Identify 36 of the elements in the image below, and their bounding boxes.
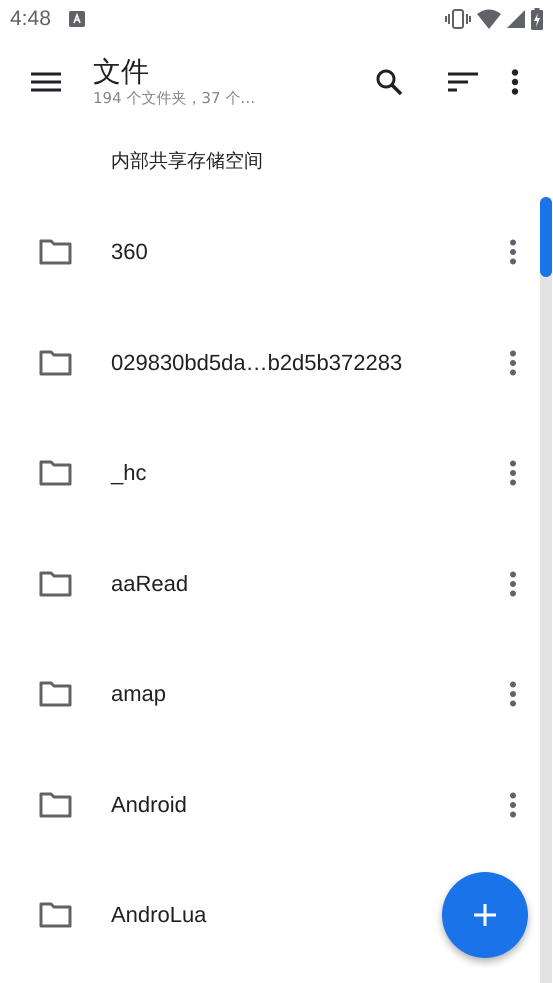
folder-icon bbox=[39, 350, 72, 376]
scrollbar-thumb[interactable] bbox=[540, 197, 552, 277]
folder-icon bbox=[39, 570, 72, 597]
more-vertical-icon[interactable] bbox=[509, 792, 517, 818]
folder-icon bbox=[39, 792, 72, 818]
more-vertical-icon[interactable] bbox=[509, 350, 517, 376]
folder-name[interactable]: AndroLua bbox=[111, 902, 206, 928]
add-button[interactable] bbox=[442, 872, 528, 958]
folder-count-subtitle: 194 个文件夹，37 个… bbox=[93, 89, 256, 108]
folder-icon bbox=[39, 460, 72, 486]
folder-name[interactable]: 029830bd5da…b2d5b372283 bbox=[111, 350, 402, 376]
folder-icon bbox=[39, 902, 72, 928]
more-vertical-icon[interactable] bbox=[509, 681, 517, 708]
scrollbar-track[interactable] bbox=[540, 197, 552, 983]
folder-name[interactable]: _hc bbox=[111, 460, 146, 486]
status-time: 4:48 bbox=[10, 7, 51, 31]
app-title: 文件 bbox=[93, 55, 150, 89]
battery-icon bbox=[531, 8, 543, 30]
vibrate-icon bbox=[445, 9, 471, 29]
search-icon[interactable] bbox=[375, 68, 403, 96]
section-header: 内部共享存储空间 bbox=[110, 149, 264, 174]
folder-name[interactable]: Android bbox=[111, 792, 187, 818]
signal-icon bbox=[507, 10, 525, 28]
more-vertical-icon[interactable] bbox=[509, 570, 517, 597]
more-vertical-icon[interactable] bbox=[511, 68, 519, 94]
folder-icon bbox=[39, 681, 72, 708]
folder-name[interactable]: 360 bbox=[111, 239, 148, 266]
more-vertical-icon[interactable] bbox=[509, 460, 517, 486]
more-vertical-icon[interactable] bbox=[509, 239, 517, 266]
plus-icon[interactable] bbox=[473, 903, 497, 927]
folder-name[interactable]: aaRead bbox=[111, 570, 188, 597]
wifi-icon bbox=[477, 9, 501, 29]
folder-icon bbox=[39, 239, 72, 266]
folder-name[interactable]: amap bbox=[111, 681, 166, 708]
keyboard-notification-icon bbox=[68, 11, 85, 27]
sort-icon[interactable] bbox=[448, 72, 478, 92]
